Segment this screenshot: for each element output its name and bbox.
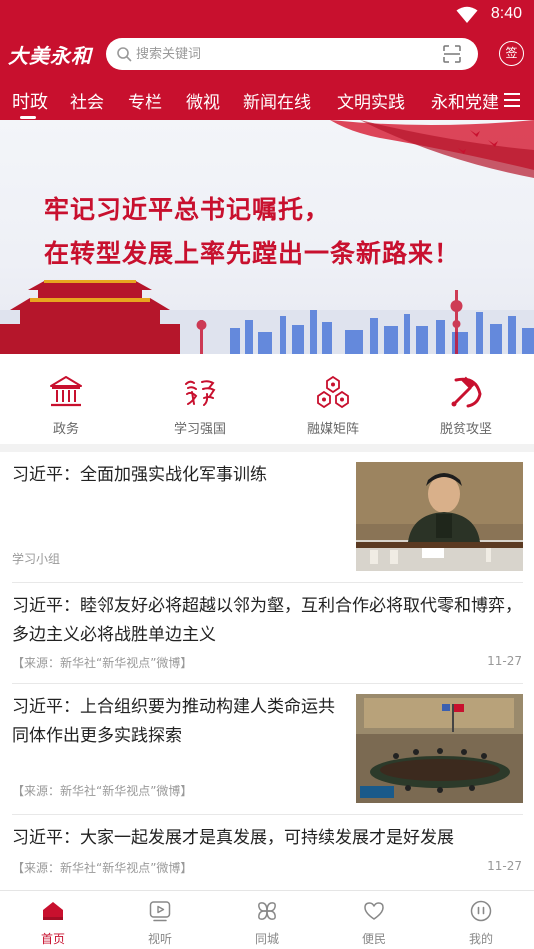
shortcut-zhengwu[interactable]: 政务: [6, 356, 126, 444]
sign-in-button[interactable]: 签: [499, 41, 524, 66]
news-source: 【来源：新华社“新华视点”微博】: [12, 656, 193, 670]
news-item[interactable]: 习近平：大家一起发展才是真发展，可持续发展才是好发展 【来源：新华社“新华视点”…: [0, 815, 534, 890]
shortcut-label: 学习强国: [173, 422, 226, 437]
shortcut-label: 脱贫攻坚: [439, 422, 492, 437]
scan-icon[interactable]: [442, 44, 462, 64]
shortcut-tuopin-gongjian[interactable]: 脱贫攻坚: [406, 356, 526, 444]
news-title: 习近平：大家一起发展才是真发展，可持续发展才是好发展: [12, 828, 454, 848]
tab-weishi[interactable]: 微视: [186, 88, 220, 113]
tab-shizheng[interactable]: 时政: [12, 88, 48, 114]
channel-tabs: 时政 社会 专栏 微视 新闻在线 文明实践 永和党建: [0, 82, 534, 120]
nav-label: 便民: [361, 932, 386, 946]
app-header: 8:40 大美永和 签 时政 社会 专栏 微视 新闻在线 文明实践 永和党建: [0, 0, 534, 120]
nav-label: 首页: [40, 932, 65, 946]
shortcut-label: 政务: [52, 422, 79, 437]
nav-services[interactable]: 便民: [321, 891, 427, 949]
nav-video[interactable]: 视听: [107, 891, 213, 949]
news-title: 习近平：全面加强实战化军事训练: [12, 465, 267, 485]
nav-label: 我的: [468, 932, 493, 946]
shortcut-label: 融媒矩阵: [306, 422, 359, 437]
government-building-icon: [50, 376, 82, 407]
status-time: 8:40: [490, 5, 522, 22]
top-bar: 大美永和 签: [0, 36, 534, 72]
banner-carousel[interactable]: 牢记习近平总书记嘱托， 在转型发展上率先蹚出一条新路来！: [0, 120, 534, 354]
status-bar: 8:40: [0, 0, 534, 30]
heart-icon: [364, 902, 384, 920]
news-title: 习近平：睦邻友好必将超越以邻为壑，互利合作必将取代零和博弈，多边主义必将战胜单边…: [12, 596, 522, 645]
tab-yonghe-dangjian[interactable]: 永和党建: [431, 88, 499, 113]
tab-wenming-shijian[interactable]: 文明实践: [337, 88, 405, 113]
news-source: 【来源：新华社“新华视点”微博】: [12, 784, 193, 798]
wifi-icon: [456, 6, 478, 23]
news-item[interactable]: 习近平：睦邻友好必将超越以邻为壑，互利合作必将取代零和博弈，多边主义必将战胜单边…: [0, 583, 534, 683]
section-gap: [0, 444, 534, 452]
search-box[interactable]: [106, 38, 478, 70]
news-source: 【来源：新华社“新华视点”微博】: [12, 861, 193, 875]
banner-headline-1: 牢记习近平总书记嘱托，: [44, 195, 331, 224]
shortcut-rongmei-juzhen[interactable]: 融媒矩阵: [273, 356, 393, 444]
tab-zhuanlan[interactable]: 专栏: [128, 88, 162, 113]
home-icon: [43, 902, 63, 920]
nav-profile[interactable]: 我的: [428, 891, 534, 949]
search-icon: [117, 47, 132, 62]
bottom-navigation: 首页 视听 同城 便民 我的: [0, 890, 534, 949]
nav-home[interactable]: 首页: [0, 891, 106, 949]
news-thumbnail: [356, 462, 523, 571]
news-item[interactable]: 习近平：上合组织要为推动构建人类命运共同体作出更多实践探索 【来源：新华社“新华…: [0, 684, 534, 814]
hammer-sickle-icon: [451, 376, 482, 408]
clover-icon: [258, 902, 276, 920]
news-item[interactable]: 习近平：全面加强实战化军事训练 学习小组: [0, 452, 534, 582]
news-thumbnail: [356, 694, 523, 803]
nav-label: 同城: [254, 932, 279, 946]
news-source: 学习小组: [12, 552, 61, 566]
app-logo: 大美永和: [8, 44, 92, 68]
video-icon: [149, 901, 171, 922]
nav-local[interactable]: 同城: [214, 891, 320, 949]
tab-xinwen-zaixian[interactable]: 新闻在线: [243, 88, 311, 113]
xuexi-calligraphy-icon: [185, 380, 216, 406]
profile-icon: [470, 900, 492, 922]
news-date: 11-27: [487, 654, 522, 668]
banner-headline-2: 在转型发展上率先蹚出一条新路来！: [44, 239, 461, 268]
active-tab-indicator: [20, 116, 36, 119]
news-title: 习近平：上合组织要为推动构建人类命运共同体作出更多实践探索: [12, 697, 335, 746]
nav-label: 视听: [147, 932, 172, 946]
menu-icon[interactable]: [500, 88, 524, 112]
media-network-icon: [317, 375, 349, 409]
tab-shehui[interactable]: 社会: [70, 88, 104, 113]
shortcut-xuexi-qiangguo[interactable]: 学习强国: [140, 356, 260, 444]
news-date: 11-27: [487, 859, 522, 873]
search-input[interactable]: [136, 38, 436, 70]
shortcut-grid: 政务 学习强国 融媒矩阵 脱贫攻坚: [0, 356, 534, 444]
